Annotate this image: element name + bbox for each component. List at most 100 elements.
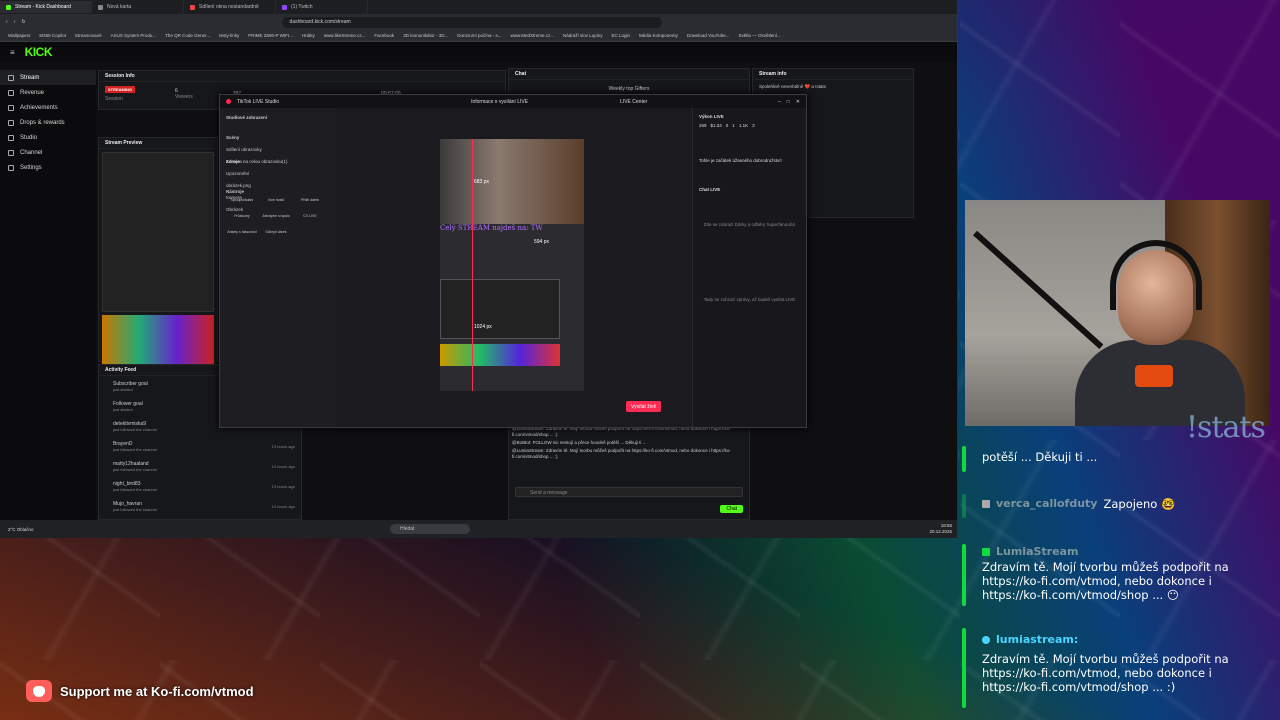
back-icon[interactable]: ‹ [6, 19, 8, 25]
canvas-overlay-image [440, 344, 560, 366]
weekly-gifters-title: Weekly top Gifters [608, 86, 650, 92]
reload-icon[interactable]: ↻ [21, 19, 25, 25]
kick-logo[interactable]: KICK [25, 45, 53, 59]
live-stat-value: 0 [725, 123, 729, 128]
bookmark-item[interactable]: www.likeXtreme.cz... [324, 33, 366, 38]
tab-label: Nová karta [107, 4, 132, 10]
stream-preview-panel: Stream Preview [98, 137, 218, 365]
browser-tab[interactable]: (1) Twitch [276, 1, 368, 13]
tiktok-titlebar: TikTok LIVE Studio Informace o vysílání … [220, 95, 806, 108]
weather-widget[interactable]: 2°C Oblačno [8, 527, 34, 532]
activity-time: 13 hours ago [271, 463, 295, 469]
chat-send-button[interactable]: Chat [720, 505, 743, 513]
bookmark-item[interactable]: Download YouTube... [687, 33, 730, 38]
chat-border [962, 544, 966, 606]
bookmark-item[interactable]: Nádraží slov Lupiny [563, 33, 603, 38]
bookmark-item[interactable]: Hrátky [302, 33, 315, 38]
go-live-button[interactable]: Vysílat živě [626, 401, 662, 412]
source-item[interactable]: Upozornění [226, 168, 330, 180]
bookmark-item[interactable]: M365 Copilot [39, 33, 66, 38]
canvas-banner-text: Celý STREAM najdeš na: TW [440, 224, 543, 232]
live-stat-value: 1.1K [738, 123, 749, 128]
live-center-button[interactable]: LIVE Center [620, 99, 647, 105]
viewers-label: Viewers [175, 94, 193, 100]
mini-chat-line: @LumiaStream: Zdravím tě. Mojí tvorbu mů… [512, 448, 731, 459]
chat-username: lumiastream: [996, 633, 1079, 646]
chat-message-text: potěší ... Děkuji ti ... [982, 450, 1098, 464]
bookmark-item[interactable]: ASUS System Produ... [111, 33, 157, 38]
sidebar-item-achievements[interactable]: Achievements [0, 100, 96, 115]
sidebar-item-icon [8, 119, 14, 126]
bookmark-item[interactable]: www.MedXtreme.cz... [510, 33, 554, 38]
tool-button[interactable]: Průzkumy [226, 214, 258, 228]
browser-tab[interactable]: Stream - Kick Dashboard [0, 1, 92, 13]
sidebar-item-icon [8, 74, 14, 81]
bookmark-item[interactable]: PRIME Z690-P WIFI... [248, 33, 293, 38]
scenes-label: Scény [226, 135, 240, 140]
chat-input[interactable]: Send a message [515, 487, 743, 497]
sidebar-item-label: Settings [20, 164, 42, 171]
sidebar-item-icon [8, 104, 14, 111]
chat-message: potěší ... Děkuji ti ... [962, 446, 1274, 472]
taskbar-time: 18:55 [940, 523, 952, 528]
session-label: Session [105, 96, 123, 102]
browser-tab[interactable]: Sdílení okna nestandardně [184, 1, 276, 13]
live-stat-value: 269 [699, 123, 707, 128]
tool-button[interactable]: Příští dárek [294, 198, 326, 212]
forward-icon[interactable]: › [14, 19, 16, 25]
scene-item[interactable]: Sdílení obrazovky [226, 144, 330, 156]
tool-button[interactable]: Více hostů [260, 198, 292, 212]
menu-icon[interactable]: ≡ [10, 48, 15, 57]
sidebar-item-studio[interactable]: Studio [0, 130, 96, 145]
webcam-feed [965, 200, 1270, 426]
user-badge-icon [982, 500, 990, 508]
microphone [1135, 365, 1173, 387]
tiktok-preview-canvas[interactable]: 683 px Celý STREAM najdeš na: TW 594 px … [440, 139, 584, 391]
stream-info-subtitle: Spolehlivě neverbálně ❤️ a !stats [759, 84, 826, 89]
layout-dropdown[interactable]: Studiové zobrazení [226, 112, 330, 124]
sidebar-item-stream[interactable]: Stream [0, 70, 96, 85]
url-field[interactable]: dashboard.kick.com/stream [281, 16, 662, 28]
live-performance-title: Výkon LIVE [699, 114, 724, 119]
sidebar-item-channel[interactable]: Channel [0, 145, 96, 160]
sidebar-item-icon [8, 164, 14, 171]
preview-thumbnail [102, 152, 214, 312]
chat-username: verca_callofduty [996, 497, 1098, 510]
activity-row: Mujo_havran just followed the channel 13 h… [99, 496, 301, 516]
sidebar-item-settings[interactable]: Settings [0, 160, 96, 175]
bookmark-item[interactable]: Dorozumí počína - s... [457, 33, 501, 38]
dimension-label: 683 px [474, 179, 490, 185]
bookmark-item[interactable]: Světlo — Osvětlení... [738, 33, 780, 38]
minimize-icon[interactable]: – [778, 99, 781, 105]
sidebar-item-label: Drops & rewards [20, 119, 65, 126]
tool-button[interactable]: Zahrajme si spolu [260, 214, 292, 228]
sidebar-item-revenue[interactable]: Revenue [0, 85, 96, 100]
close-icon[interactable]: ✕ [796, 99, 800, 105]
tab-label: Stream - Kick Dashboard [15, 4, 71, 10]
sidebar-item-drops-rewards[interactable]: Drops & rewards [0, 115, 96, 130]
activity-row: BrayenD just followed the channel 13 hours… [99, 436, 301, 456]
bookmark-item[interactable]: The QR Code Gener... [165, 33, 210, 38]
tool-button[interactable]: Ankety s hlasování [226, 230, 258, 244]
bookmark-item[interactable]: Facebook [374, 33, 394, 38]
bookmark-item[interactable]: Streamované [75, 33, 102, 38]
bookmark-item[interactable]: EC Login [612, 33, 631, 38]
maximize-icon[interactable]: □ [787, 99, 790, 105]
bookmark-item[interactable]: testy-linky [219, 33, 239, 38]
tool-button[interactable]: Odkrytí dárek [260, 230, 292, 244]
tiktok-logo-icon [226, 99, 231, 104]
bookmark-item[interactable]: Média Komponenty [639, 33, 678, 38]
streaming-badge: STREAMING [105, 86, 135, 93]
browser-tab[interactable]: Nová karta [92, 1, 184, 13]
tool-button[interactable]: Spolupořádání [226, 198, 258, 212]
activity-time: 13 hours ago [271, 503, 295, 509]
bookmark-item[interactable]: Wallpapers [8, 33, 30, 38]
bookmark-item[interactable]: 3D komunikátor - 3D... [403, 33, 448, 38]
live-stat-value: 3 [752, 123, 755, 128]
tool-button[interactable]: CX LIVE [294, 214, 326, 228]
windows-taskbar: 2°C Oblačno Hledat 18:55 20.12.2025 [0, 520, 957, 538]
tiktok-right-panel: Výkon LIVE 269 $1.04 0 1 1.1K 3 Tohle je začá… [692, 108, 806, 427]
dimension-label: 1024 px [474, 324, 492, 330]
taskbar-search[interactable]: Hledat [390, 524, 470, 534]
canvas-screen-capture [440, 279, 560, 339]
